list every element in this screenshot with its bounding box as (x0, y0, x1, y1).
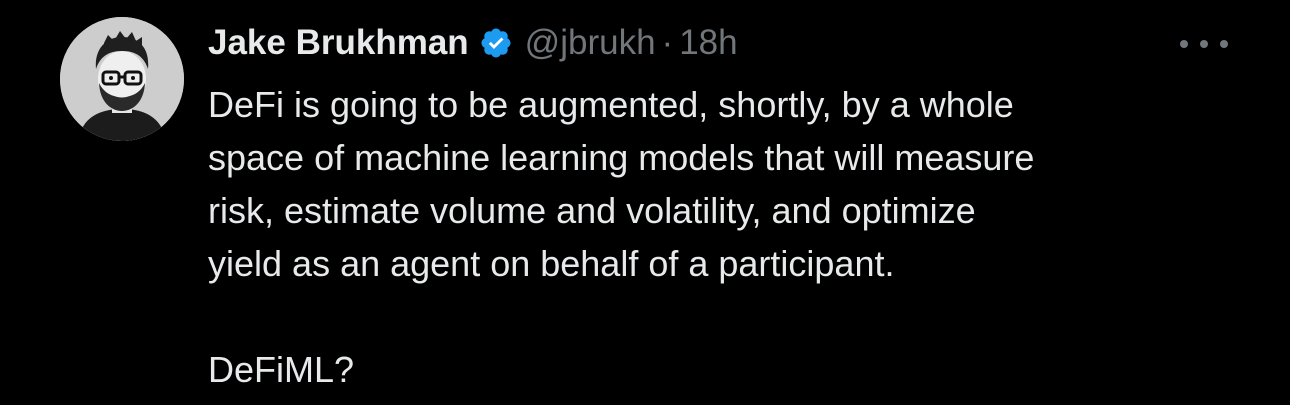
more-dot (1220, 40, 1228, 48)
more-options-icon[interactable] (1180, 34, 1228, 54)
separator-dot: · (661, 23, 674, 62)
tweet-closing-line: DeFiML? (208, 349, 355, 390)
more-dot (1180, 40, 1188, 48)
tweet-text-line: risk, estimate volume and volatility, an… (208, 190, 976, 231)
more-dot (1200, 40, 1208, 48)
avatar-illustration (60, 17, 184, 141)
tweet-timestamp[interactable]: 18h (679, 23, 737, 63)
tweet-text: DeFi is going to be augmented, shortly, … (208, 78, 1218, 396)
author-handle[interactable]: @jbrukh (525, 23, 656, 63)
tweet[interactable]: Jake Brukhman @jbrukh · 18h DeFi is goin… (0, 0, 1290, 405)
author-display-name[interactable]: Jake Brukhman (208, 23, 469, 63)
tweet-text-line: space of machine learning models that wi… (208, 137, 1035, 178)
tweet-header: Jake Brukhman @jbrukh · 18h (208, 20, 738, 66)
tweet-text-line: DeFi is going to be augmented, shortly, … (208, 84, 1014, 125)
verified-badge-icon[interactable] (479, 26, 513, 60)
avatar[interactable] (60, 17, 184, 141)
tweet-text-line: yield as an agent on behalf of a partici… (208, 243, 895, 284)
